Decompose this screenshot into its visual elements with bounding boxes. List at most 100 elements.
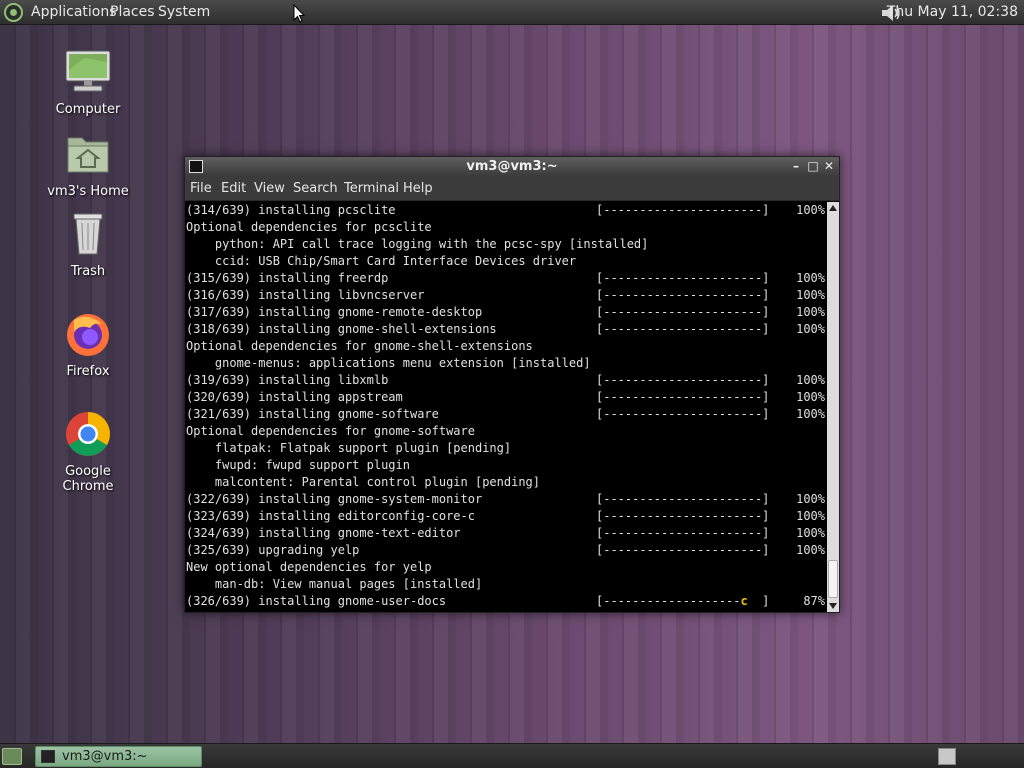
menu-file[interactable]: File [190, 181, 212, 196]
terminal-output[interactable]: (314/639) installing pcsclite [----------… [185, 202, 827, 612]
clock[interactable]: Thu May 11, 02:38 [887, 4, 1018, 20]
terminal-line-text: (325/639) upgrading yelp [186, 543, 360, 557]
menu-system[interactable]: System [158, 4, 210, 20]
desktop-icon-label: Google Chrome [62, 464, 114, 494]
terminal-line: (324/639) installing gnome-text-editor [-… [186, 525, 827, 542]
progress-percent: 100% [796, 526, 825, 540]
workspace-switcher[interactable] [938, 748, 956, 765]
progress-bar-text: [----------------------] [596, 492, 770, 506]
taskbar-button-label: vm3@vm3:~ [62, 749, 148, 764]
maximize-button[interactable]: □ [806, 159, 820, 173]
desktop-icon-computer[interactable]: Computer [38, 48, 138, 117]
terminal-line: python: API call trace logging with the … [186, 236, 827, 253]
progress-bar-text: [----------------------] [596, 271, 770, 285]
progress-percent: 100% [796, 407, 825, 421]
menu-applications[interactable]: Applications [31, 4, 117, 20]
progress-percent: 100% [796, 271, 825, 285]
terminal-line: (317/639) installing gnome-remote-deskto… [186, 304, 827, 321]
terminal-line: (325/639) upgrading yelp [---------------… [186, 542, 827, 559]
terminal-line-text: gnome-menus: applications menu extension… [186, 356, 591, 370]
terminal-line: (314/639) installing pcsclite [----------… [186, 202, 827, 219]
taskbar-button-terminal[interactable]: vm3@vm3:~ [35, 746, 202, 767]
progress-bar-text: [----------------------] [596, 526, 770, 540]
terminal-icon [41, 750, 55, 763]
trash-icon [73, 213, 103, 255]
window-title: vm3@vm3:~ [466, 159, 558, 174]
menu-help[interactable]: Help [403, 181, 433, 196]
progress-percent: 100% [796, 543, 825, 557]
scroll-down-arrow-icon[interactable] [829, 603, 837, 609]
progress-percent: 100% [796, 509, 825, 523]
terminal-line: (320/639) installing appstream [---------… [186, 389, 827, 406]
progress-percent: 100% [796, 322, 825, 336]
close-button[interactable]: ✕ [822, 159, 836, 173]
terminal-line: gnome-menus: applications menu extension… [186, 355, 827, 372]
terminal-line: Optional dependencies for gnome-shell-ex… [186, 338, 827, 355]
terminal-line: (315/639) installing freerdp [-----------… [186, 270, 827, 287]
desktop-icon-label: Computer [55, 102, 121, 117]
progress-bar-text: [----------------------] [596, 543, 770, 557]
progress-percent: 100% [796, 288, 825, 302]
terminal-line-text: malcontent: Parental control plugin [pen… [186, 475, 541, 489]
terminal-line: ccid: USB Chip/Smart Card Interface Devi… [186, 253, 827, 270]
terminal-line: (326/639) installing gnome-user-docs [---… [186, 593, 827, 610]
terminal-line-text: (323/639) installing editorconfig-core-c [186, 509, 475, 523]
terminal-line: (321/639) installing gnome-software [----… [186, 406, 827, 423]
terminal-line-text: man-db: View manual pages [installed] [186, 577, 483, 591]
top-panel: Applications Places System Thu May 11, 0… [0, 0, 1024, 25]
terminal-line: (322/639) installing gnome-system-monito… [186, 491, 827, 508]
terminal-line-text: (315/639) installing freerdp [186, 271, 389, 285]
terminal-line: malcontent: Parental control plugin [pen… [186, 474, 827, 491]
desktop-icon-chrome[interactable]: Google Chrome [38, 410, 138, 494]
progress-cursor: c [740, 594, 748, 608]
progress-percent: 100% [796, 373, 825, 387]
terminal-scrollbar[interactable] [827, 202, 839, 612]
scrollbar-thumb[interactable] [828, 560, 838, 598]
progress-bar-text: [----------------------] [596, 305, 770, 319]
window-titlebar[interactable]: vm3@vm3:~ – □ ✕ [185, 157, 839, 177]
terminal-line: (319/639) installing libxmlb [-----------… [186, 372, 827, 389]
progress-bar-text: [----------------------] [596, 288, 770, 302]
terminal-line-text: (321/639) installing gnome-software [186, 407, 439, 421]
firefox-icon [67, 314, 109, 356]
terminal-line-text: flatpak: Flatpak support plugin [pending… [186, 441, 512, 455]
desktop-icon-label: Firefox [66, 364, 110, 379]
mouse-pointer-icon [293, 4, 305, 23]
menu-terminal[interactable]: Terminal [344, 181, 399, 196]
show-desktop-icon[interactable] [2, 748, 22, 765]
progress-percent: 100% [796, 305, 825, 319]
progress-bar-text: [----------------------] [596, 390, 770, 404]
scroll-up-arrow-icon[interactable] [829, 205, 837, 211]
progress-percent: 100% [796, 203, 825, 217]
terminal-line-text: (320/639) installing appstream [186, 390, 403, 404]
terminal-line-text: (316/639) installing libvncserver [186, 288, 425, 302]
terminal-line-text: (317/639) installing gnome-remote-deskto… [186, 305, 483, 319]
terminal-line-text: (326/639) installing gnome-user-docs [186, 594, 447, 608]
terminal-window[interactable]: vm3@vm3:~ – □ ✕ File Edit View Search Te… [184, 156, 840, 613]
minimize-button[interactable]: – [789, 159, 803, 173]
menu-edit[interactable]: Edit [221, 181, 246, 196]
terminal-line-text: Optional dependencies for pcsclite [186, 220, 432, 234]
menu-search[interactable]: Search [293, 181, 338, 196]
terminal-line: Optional dependencies for gnome-software [186, 423, 827, 440]
chrome-icon [66, 412, 110, 456]
distro-logo-icon[interactable] [4, 3, 23, 22]
desktop-icon-home[interactable]: vm3's Home [38, 130, 138, 199]
terminal-line: New optional dependencies for yelp [186, 559, 827, 576]
terminal-line: (316/639) installing libvncserver [------… [186, 287, 827, 304]
terminal-line-text: (319/639) installing libxmlb [186, 373, 389, 387]
terminal-line: Optional dependencies for pcsclite [186, 219, 827, 236]
menu-view[interactable]: View [254, 181, 285, 196]
menu-places[interactable]: Places [110, 4, 155, 20]
desktop-icon-trash[interactable]: Trash [38, 210, 138, 279]
terminal-line-text: Optional dependencies for gnome-software [186, 424, 475, 438]
window-menubar: File Edit View Search Terminal Help [185, 177, 839, 201]
computer-icon [65, 50, 111, 92]
desktop-icon-label: vm3's Home [47, 184, 129, 199]
home-folder-icon [67, 137, 109, 173]
terminal-line-text: (324/639) installing gnome-text-editor [186, 526, 461, 540]
terminal-line-text: ccid: USB Chip/Smart Card Interface Devi… [186, 254, 577, 268]
desktop-icon-firefox[interactable]: Firefox [38, 310, 138, 379]
terminal-line: man-db: View manual pages [installed] [186, 576, 827, 593]
progress-percent: 100% [796, 492, 825, 506]
